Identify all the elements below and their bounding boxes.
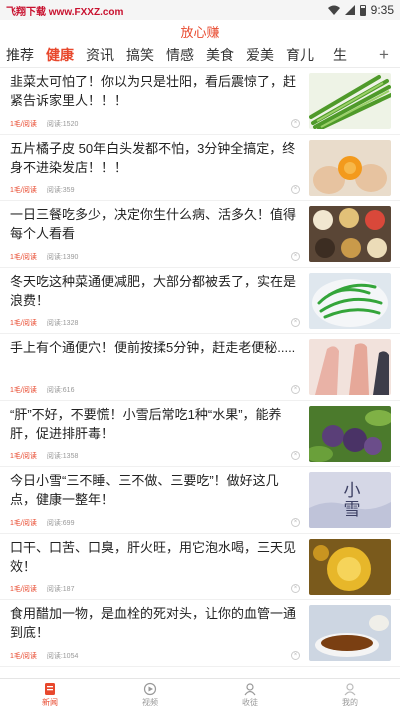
tab-life[interactable]: 生 — [320, 45, 360, 65]
page-title: 放心赚 — [180, 24, 220, 40]
video-icon — [143, 682, 157, 696]
list-item[interactable]: 一日三餐吃多少，决定你生什么病、活多久！值得每个人看看 1毛/阅读 阅读:139… — [0, 201, 400, 268]
article-thumbnail[interactable]: 小雪 — [309, 472, 391, 528]
list-item[interactable]: 今日小雪“三不睡、三不做、三要吃”！做好这几点，健康一整年！ 1毛/阅读 阅读:… — [0, 467, 400, 534]
article-title[interactable]: 冬天吃这种菜通便减肥，大部分都被丢了，实在是浪费！ — [10, 272, 300, 310]
read-count: 阅读:1328 — [46, 320, 79, 327]
article-thumbnail[interactable] — [309, 339, 391, 395]
nav-profile[interactable]: 我的 — [300, 679, 400, 711]
read-count: 阅读:1358 — [46, 453, 79, 460]
app-header: 放心赚 — [0, 20, 400, 42]
nav-news[interactable]: 新闻 — [0, 679, 100, 711]
signal-icon — [344, 5, 355, 15]
status-icons: 9:35 — [327, 3, 394, 17]
nav-video[interactable]: 视频 — [100, 679, 200, 711]
tab-food[interactable]: 美食 — [200, 45, 240, 65]
watermark-text: 飞翔下载 www.FXXZ.com — [6, 6, 124, 18]
battery-icon — [359, 4, 366, 16]
tab-funny[interactable]: 搞笑 — [120, 45, 160, 65]
read-count: 阅读:187 — [46, 586, 75, 593]
reward-tag: 1毛/阅读 — [10, 586, 37, 593]
article-meta: 1毛/阅读 阅读:187 — [10, 584, 74, 594]
read-count: 阅读:1520 — [46, 120, 79, 128]
tab-emotion[interactable]: 情感 — [160, 45, 200, 65]
list-item[interactable]: 五片橘子皮 50年白头发都不怕，3分钟全搞定，终身不进染发店！！！ 1毛/阅读 … — [0, 135, 400, 201]
article-thumbnail[interactable] — [309, 73, 391, 129]
bottom-nav: 新闻 视频 收徒 我的 — [0, 678, 400, 711]
dismiss-icon[interactable]: × — [291, 185, 300, 194]
dismiss-icon[interactable]: × — [291, 251, 300, 261]
article-title[interactable]: 一日三餐吃多少，决定你生什么病、活多久！值得每个人看看 — [10, 205, 300, 243]
article-title[interactable]: 韭菜太可怕了！你以为只是壮阳，看后震惊了，赶紧告诉家里人！！！ — [10, 72, 300, 110]
tab-news[interactable]: 资讯 — [80, 45, 120, 65]
read-count: 阅读:359 — [46, 187, 75, 194]
reward-tag: 1毛/阅读 — [10, 652, 37, 660]
tab-recommend[interactable]: 推荐 — [0, 45, 40, 65]
nav-label: 我的 — [342, 698, 358, 707]
dismiss-icon[interactable]: × — [291, 650, 300, 660]
list-item[interactable]: “肝”不好，不要慌！小雪后常吃1种“水果”，能养肝，促进排肝毒！ 1毛/阅读 阅… — [0, 401, 400, 467]
list-item[interactable]: 韭菜太可怕了！你以为只是壮阳，看后震惊了，赶紧告诉家里人！！！ 1毛/阅读 阅读… — [0, 68, 400, 135]
article-title[interactable]: “肝”不好，不要慌！小雪后常吃1种“水果”，能养肝，促进排肝毒！ — [10, 405, 300, 443]
article-meta: 1毛/阅读 阅读:359 — [10, 185, 74, 195]
reward-tag: 1毛/阅读 — [10, 519, 37, 527]
reward-tag: 1毛/阅读 — [10, 187, 37, 194]
reward-tag: 1毛/阅读 — [10, 253, 37, 261]
reward-tag: 1毛/阅读 — [10, 320, 37, 327]
article-meta: 1毛/阅读 阅读:616 — [10, 385, 74, 395]
nav-label: 新闻 — [42, 698, 58, 707]
dismiss-icon[interactable]: × — [291, 318, 300, 327]
article-thumbnail[interactable] — [309, 405, 391, 462]
dismiss-icon[interactable]: × — [291, 517, 300, 527]
article-feed: 韭菜太可怕了！你以为只是壮阳，看后震惊了，赶紧告诉家里人！！！ 1毛/阅读 阅读… — [0, 68, 400, 678]
add-tab-button[interactable]: + — [374, 45, 394, 65]
clock-time: 9:35 — [370, 3, 394, 17]
list-item[interactable]: 手上有个通便穴！便前按揉5分钟，赶走老便秘..... 1毛/阅读 阅读:616 … — [0, 334, 400, 401]
read-count: 阅读:699 — [46, 519, 75, 527]
read-count: 阅读:616 — [46, 386, 75, 394]
dismiss-icon[interactable]: × — [291, 451, 300, 460]
dismiss-icon[interactable]: × — [291, 384, 300, 394]
tab-parenting[interactable]: 育儿 — [280, 45, 320, 65]
dismiss-icon[interactable]: × — [291, 118, 300, 128]
article-title[interactable]: 今日小雪“三不睡、三不做、三要吃”！做好这几点，健康一整年！ — [10, 471, 300, 509]
news-icon — [45, 683, 55, 695]
user-icon — [244, 683, 256, 696]
article-meta: 1毛/阅读 阅读:1054 — [10, 651, 78, 661]
nav-label: 视频 — [142, 698, 158, 707]
article-meta: 1毛/阅读 阅读:1520 — [10, 119, 78, 129]
reward-tag: 1毛/阅读 — [10, 120, 37, 128]
article-title[interactable]: 五片橘子皮 50年白头发都不怕，3分钟全搞定，终身不进染发店！！！ — [10, 139, 300, 177]
article-thumbnail[interactable] — [309, 272, 391, 329]
thumbnail-caption: 小雪 — [339, 481, 360, 519]
article-meta: 1毛/阅读 阅读:1358 — [10, 451, 78, 461]
article-thumbnail[interactable] — [309, 206, 391, 262]
article-meta: 1毛/阅读 阅读:1390 — [10, 252, 78, 262]
read-count: 阅读:1390 — [46, 253, 79, 261]
nav-label: 收徒 — [242, 698, 258, 707]
profile-icon — [344, 683, 356, 696]
status-bar: 飞翔下载 www.FXXZ.com 9:35 — [0, 0, 400, 20]
reward-tag: 1毛/阅读 — [10, 453, 37, 460]
wifi-icon — [327, 5, 340, 15]
tab-health[interactable]: 健康 — [40, 45, 80, 65]
dismiss-icon[interactable]: × — [291, 584, 300, 593]
article-meta: 1毛/阅读 阅读:1328 — [10, 318, 78, 328]
category-tabs: 推荐 健康 资讯 搞笑 情感 美食 爱美 育儿 生 + — [0, 42, 400, 68]
article-title[interactable]: 食用醋加一物，是血栓的死对头，让你的血管一通到底！ — [10, 604, 300, 642]
article-thumbnail[interactable] — [309, 139, 391, 196]
article-meta: 1毛/阅读 阅读:699 — [10, 518, 74, 528]
article-thumbnail[interactable] — [309, 605, 391, 661]
article-title[interactable]: 手上有个通便穴！便前按揉5分钟，赶走老便秘..... — [10, 338, 300, 357]
list-item[interactable]: 食用醋加一物，是血栓的死对头，让你的血管一通到底！ 1毛/阅读 阅读:1054 … — [0, 600, 400, 667]
nav-apprentice[interactable]: 收徒 — [200, 679, 300, 711]
read-count: 阅读:1054 — [46, 652, 79, 660]
article-title[interactable]: 口干、口苦、口臭，肝火旺，用它泡水喝，三天见效！ — [10, 538, 300, 576]
list-item[interactable]: 口干、口苦、口臭，肝火旺，用它泡水喝，三天见效！ 1毛/阅读 阅读:187 × — [0, 534, 400, 600]
reward-tag: 1毛/阅读 — [10, 386, 37, 394]
list-item[interactable]: 冬天吃这种菜通便减肥，大部分都被丢了，实在是浪费！ 1毛/阅读 阅读:1328 … — [0, 268, 400, 334]
tab-beauty[interactable]: 爱美 — [240, 45, 280, 65]
article-thumbnail[interactable] — [309, 538, 391, 595]
